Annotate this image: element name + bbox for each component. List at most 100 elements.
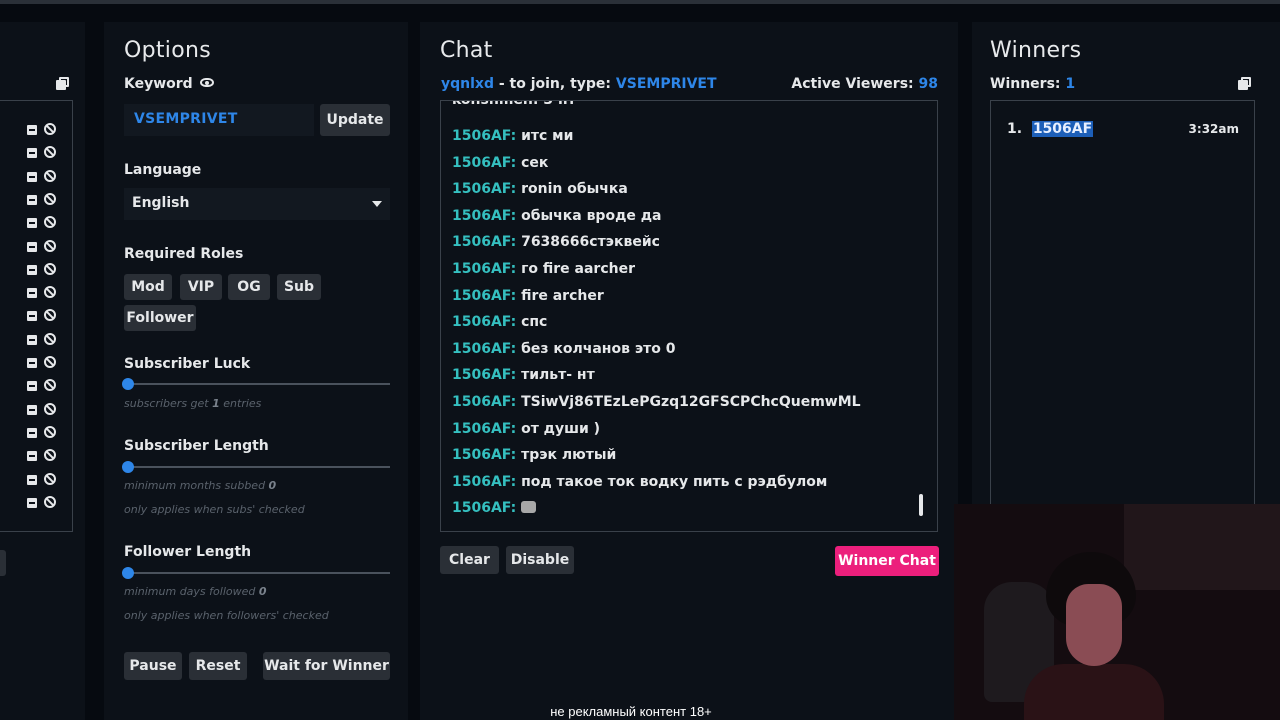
remove-entry-icon[interactable] [27,218,37,229]
ban-icon[interactable] [44,472,56,485]
ban-icon[interactable] [44,262,56,275]
remove-entry-icon[interactable] [27,358,37,368]
chat-username[interactable]: 1506AF: [452,314,516,330]
chat-username[interactable]: 1506AF: [452,128,516,144]
chat-scrollbar[interactable] [919,494,923,516]
update-button[interactable]: Update [320,104,390,136]
role-og-toggle[interactable]: OG [228,274,270,300]
ban-icon[interactable] [44,239,56,252]
ban-icon[interactable] [44,123,56,135]
chat-message-partial: konshmen: 3 нт [452,100,576,108]
copy-icon[interactable] [1238,77,1251,90]
ban-icon[interactable] [44,379,56,392]
entries-action-button[interactable] [0,550,6,576]
ban-icon[interactable] [44,216,56,229]
chat-username[interactable]: 1506AF: [452,367,516,383]
disable-chat-button[interactable]: Disable [506,546,574,574]
chat-username[interactable]: 1506AF: [452,474,516,490]
ban-icon[interactable] [44,425,56,438]
chat-message: 1506AF: под такое ток водку пить с рэдбу… [452,474,827,490]
ban-icon[interactable] [44,449,56,462]
ban-icon[interactable] [44,192,56,205]
chat-username[interactable]: 1506AF: [452,181,516,197]
active-viewers: Active Viewers: 98 [791,76,938,92]
follower-length-hint: minimum days followed 0 [124,585,267,598]
winners-count: Winners: 1 [990,76,1076,92]
remove-entry-icon[interactable] [27,381,37,392]
language-value: English [132,195,190,211]
remove-entry-icon[interactable] [27,497,37,508]
ban-icon[interactable] [44,146,56,159]
chat-username[interactable]: 1506AF: [452,288,516,304]
webcam-overlay [954,504,1280,720]
chat-message: 1506AF: без колчанов это 0 [452,341,675,357]
chat-username[interactable]: 1506AF: [452,394,516,410]
ban-icon[interactable] [44,495,56,508]
chat-username[interactable]: 1506AF: [452,208,516,224]
remove-entry-icon[interactable] [27,125,37,135]
remove-entry-icon[interactable] [27,194,37,205]
chat-username[interactable]: 1506AF: [452,234,516,250]
options-panel: Options Keyword VSEMPRIVET Update Langua… [104,22,408,720]
reset-button[interactable]: Reset [189,652,247,680]
role-follower-toggle[interactable]: Follower [124,305,196,331]
follower-length-slider[interactable] [122,567,390,579]
channel-name[interactable]: yqnlxd [441,76,494,92]
chat-text: под такое ток водку пить с рэдбулом [516,473,828,490]
chat-log[interactable]: konshmen: 3 нт 1506AF: итс ми 1506AF: сек… [440,100,938,532]
winner-name[interactable]: 1506AF [1031,121,1094,137]
chat-username[interactable]: 1506AF: [452,261,516,277]
chat-username[interactable]: 1506AF: [452,447,516,463]
winner-row[interactable]: 1. 1506AF 3:32am [1007,121,1239,137]
chat-text: 7638666стэквейс [516,234,660,251]
chat-text: TSiwVj86TEzLePGzq12GFSCPChcQuemwML [516,394,861,410]
keyword-input[interactable]: VSEMPRIVET [124,104,314,136]
entry-row [27,379,57,393]
winner-chat-button[interactable]: Winner Chat [835,546,939,576]
ban-icon[interactable] [44,286,56,299]
ban-icon[interactable] [44,356,56,368]
clear-chat-button[interactable]: Clear [440,546,499,574]
role-vip-toggle[interactable]: VIP [180,274,222,300]
subscriber-length-note: only applies when subs' checked [124,503,305,516]
remove-entry-icon[interactable] [27,451,37,462]
entry-row [27,169,57,184]
remove-entry-icon[interactable] [27,288,37,299]
remove-entry-icon[interactable] [27,404,37,415]
ban-icon[interactable] [44,402,56,415]
ban-icon[interactable] [44,309,56,322]
entry-row [27,146,57,160]
copy-icon[interactable] [56,77,69,90]
language-select[interactable]: English [124,188,390,220]
ban-icon[interactable] [44,332,56,345]
remove-entry-icon[interactable] [27,334,37,345]
follower-length-note: only applies when followers' checked [124,609,329,622]
remove-entry-icon[interactable] [27,148,37,159]
remove-entry-icon[interactable] [27,264,37,275]
eye-icon[interactable] [200,78,214,87]
slider-thumb[interactable] [122,461,134,473]
remove-entry-icon[interactable] [27,311,37,322]
remove-entry-icon[interactable] [27,427,37,438]
chat-message: 1506AF: от души ) [452,421,600,437]
role-sub-toggle[interactable]: Sub [277,274,321,300]
entries-panel [0,22,85,720]
chat-username[interactable]: 1506AF: [452,421,516,437]
subscriber-length-slider[interactable] [122,461,390,473]
remove-entry-icon[interactable] [27,474,37,485]
chat-username[interactable]: 1506AF: [452,500,516,516]
remove-entry-icon[interactable] [27,241,37,252]
remove-entry-icon[interactable] [27,171,37,182]
wait-for-winner-button[interactable]: Wait for Winner [263,652,390,680]
chat-username[interactable]: 1506AF: [452,341,516,357]
slider-thumb[interactable] [122,378,134,390]
slider-thumb[interactable] [122,567,134,579]
subscriber-luck-slider[interactable] [122,378,390,390]
pause-button[interactable]: Pause [124,652,182,680]
follower-length-label: Follower Length [124,544,252,560]
chat-text: fire archer [516,287,604,304]
ban-icon[interactable] [44,169,56,182]
chat-username[interactable]: 1506AF: [452,155,516,171]
entry-row [27,192,57,207]
role-mod-toggle[interactable]: Mod [124,274,172,300]
